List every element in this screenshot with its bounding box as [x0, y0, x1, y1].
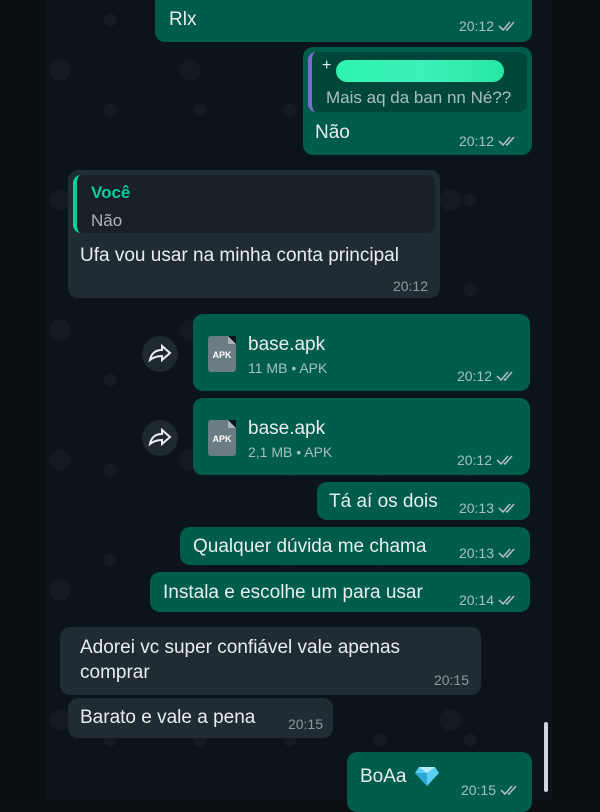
quoted-message[interactable]: Você Não: [73, 175, 435, 233]
forward-button[interactable]: [142, 420, 178, 456]
message-time: 20:12: [456, 368, 492, 384]
message-text: Ufa vou usar na minha conta principal: [80, 245, 399, 266]
file-size: 2,1 MB • APK: [248, 444, 333, 460]
scrollbar-thumb[interactable]: [544, 722, 548, 792]
message-bubble-incoming[interactable]: Adorei vc super confiável vale apenas co…: [60, 627, 481, 695]
message-text: Qualquer dúvida me chama: [193, 536, 427, 557]
double-check-icon: [496, 371, 513, 382]
forward-arrow-icon: [148, 343, 172, 363]
message-time: 20:12: [458, 18, 494, 34]
quote-author: Você: [91, 183, 131, 202]
left-edge: [0, 0, 46, 800]
message-meta: 20:13: [459, 500, 520, 516]
redacted-contact-name: [336, 60, 504, 82]
forward-arrow-icon: [148, 427, 172, 447]
right-edge: [552, 0, 600, 800]
quote-text: Não: [91, 211, 123, 230]
file-name: base.apk: [248, 334, 326, 355]
message-bubble-outgoing[interactable]: BoAa 20:15: [347, 752, 532, 812]
file-size: 11 MB • APK: [248, 360, 328, 376]
message-text-line: Adorei vc super confiável vale apenas: [80, 637, 401, 658]
message-time: 20:12: [456, 452, 492, 468]
message-bubble-outgoing[interactable]: Rlx 20:12: [155, 0, 532, 42]
message-time: 20:12: [458, 133, 494, 149]
message-text: Tá aí os dois: [329, 491, 438, 512]
message-bubble-incoming[interactable]: Barato e vale a pena 20:15: [68, 698, 333, 738]
message-time: 20:12: [392, 278, 428, 294]
double-check-icon: [498, 503, 515, 514]
quote-text: Mais aq da ban nn Né??: [326, 88, 512, 107]
file-name: base.apk: [248, 418, 326, 439]
message-meta: 20:15: [288, 716, 323, 732]
message-time: 20:14: [458, 592, 494, 608]
message-time: 20:13: [458, 545, 494, 561]
file-message-bubble[interactable]: APK base.apk 2,1 MB • APK 20:12: [193, 398, 530, 475]
message-meta: 20:14: [459, 592, 520, 608]
message-bubble-incoming[interactable]: Você Não Ufa vou usar na minha conta pri…: [68, 170, 440, 298]
double-check-icon: [498, 136, 515, 147]
message-text: BoAa: [360, 766, 407, 787]
message-bubble-outgoing[interactable]: Qualquer dúvida me chama 20:13: [180, 527, 530, 565]
file-message-bubble[interactable]: APK base.apk 11 MB • APK 20:12: [193, 314, 530, 391]
message-meta: 20:15: [461, 782, 522, 798]
message-meta: 20:13: [459, 545, 520, 561]
double-check-icon: [496, 455, 513, 466]
gem-stone-icon: [415, 767, 439, 786]
message-text: Não: [315, 122, 350, 143]
message-time: 20:13: [458, 500, 494, 516]
double-check-icon: [498, 21, 515, 32]
message-meta: 20:12: [459, 133, 520, 149]
double-check-icon: [498, 548, 515, 559]
message-bubble-outgoing[interactable]: Tá aí os dois 20:13: [317, 482, 530, 520]
double-check-icon: [500, 785, 517, 796]
message-meta: 20:15: [434, 672, 469, 688]
message-meta: 20:12: [393, 278, 428, 294]
message-meta: 20:12: [459, 18, 520, 34]
message-time: 20:15: [287, 716, 323, 732]
message-meta: 20:12: [457, 452, 518, 468]
double-check-icon: [498, 595, 515, 606]
message-text: Instala e escolhe um para usar: [163, 582, 423, 603]
message-bubble-outgoing[interactable]: Instala e escolhe um para usar 20:14: [150, 572, 530, 612]
message-time: 20:15: [460, 782, 496, 798]
message-text: Barato e vale a pena: [80, 707, 256, 728]
message-text-line: comprar: [80, 662, 150, 683]
apk-file-icon: APK: [208, 336, 236, 372]
message-text: Rlx: [169, 9, 197, 30]
quote-author-plus: +: [322, 57, 332, 74]
message-meta: 20:12: [457, 368, 518, 384]
apk-file-icon: APK: [208, 420, 236, 456]
message-time: 20:15: [433, 672, 469, 688]
message-bubble-outgoing[interactable]: + Mais aq da ban nn Né?? Não 20:12: [303, 47, 532, 155]
quoted-message[interactable]: + Mais aq da ban nn Né??: [308, 52, 527, 112]
forward-button[interactable]: [142, 336, 178, 372]
